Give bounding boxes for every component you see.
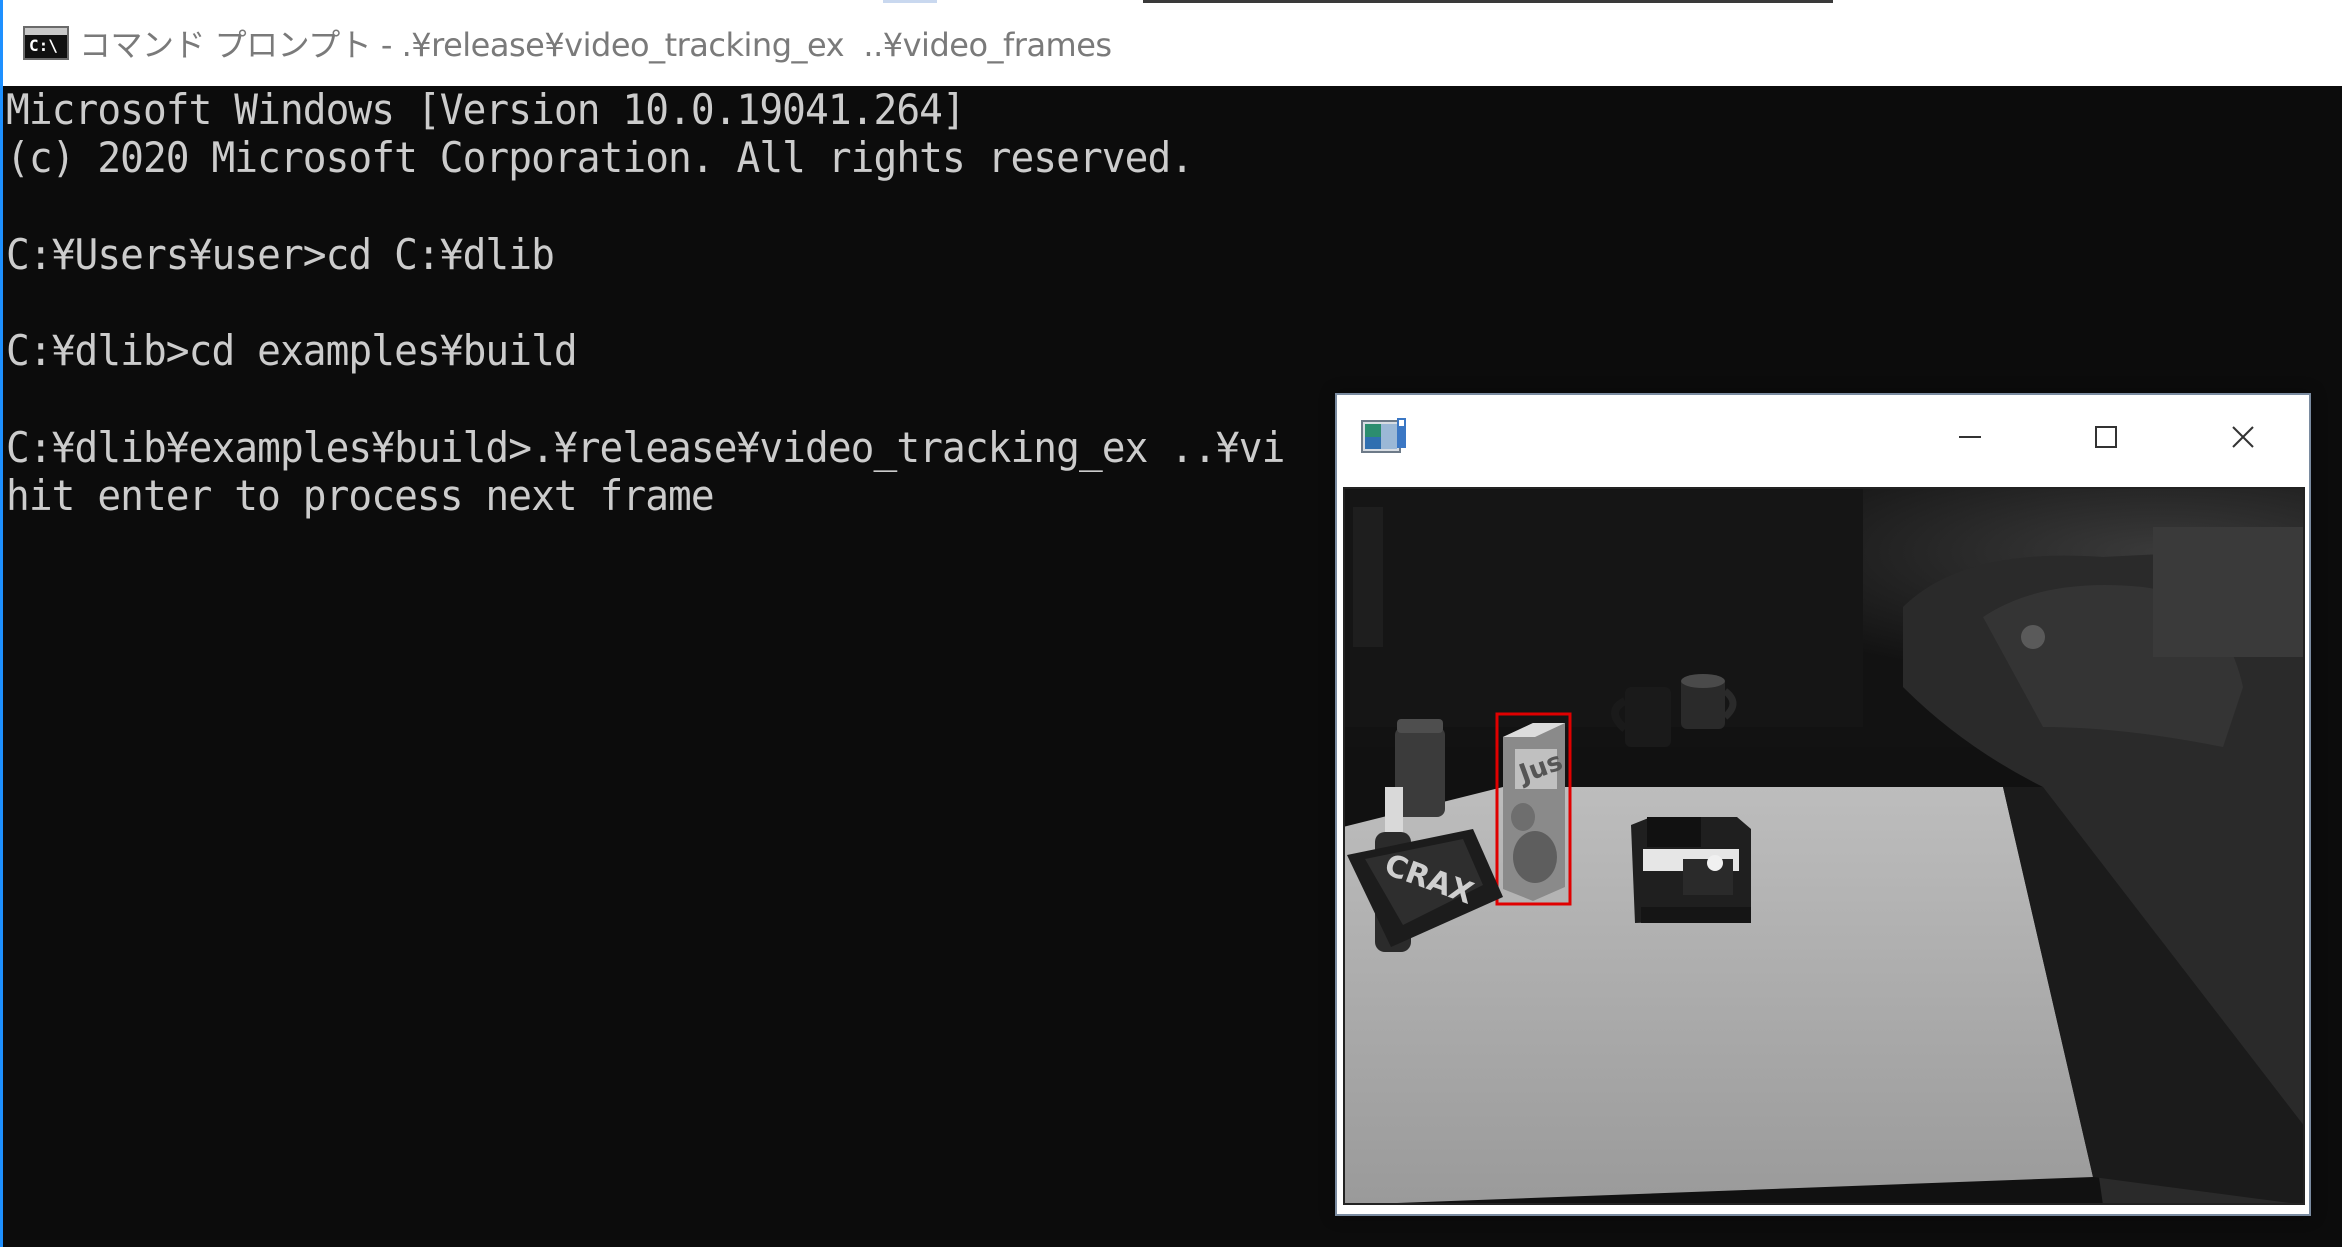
console-line: (c) 2020 Microsoft Corporation. All righ… xyxy=(6,133,1194,183)
console-line: C:¥dlib>cd examples¥build xyxy=(6,326,578,376)
tracked-object: Jus xyxy=(1503,723,1567,901)
image-display-window[interactable]: Jus CRAX xyxy=(1335,393,2311,1216)
title-bar-divider xyxy=(1143,0,1833,3)
video-frame-image: Jus CRAX xyxy=(1343,487,2305,1205)
maximize-button[interactable] xyxy=(2038,395,2176,485)
console-title-bar[interactable]: C:\ コマンド プロンプト - .¥release¥video_trackin… xyxy=(3,0,2342,86)
image-window-title-bar[interactable] xyxy=(1337,395,2309,485)
console-window-title: コマンド プロンプト - .¥release¥video_tracking_ex… xyxy=(79,26,1112,64)
console-line: C:¥Users¥user>cd C:¥dlib xyxy=(6,229,555,279)
minimize-icon xyxy=(1959,436,1981,438)
close-icon xyxy=(2232,426,2254,448)
console-line: Microsoft Windows [Version 10.0.19041.26… xyxy=(6,86,966,134)
maximize-icon xyxy=(2095,426,2117,448)
title-bar-accent xyxy=(883,0,937,3)
minimize-button[interactable] xyxy=(1901,395,2039,485)
video-frame-view: Jus CRAX xyxy=(1343,487,2305,1205)
close-button[interactable] xyxy=(2175,395,2313,485)
image-window-icon xyxy=(1361,418,1406,453)
command-prompt-icon: C:\ xyxy=(23,26,69,60)
